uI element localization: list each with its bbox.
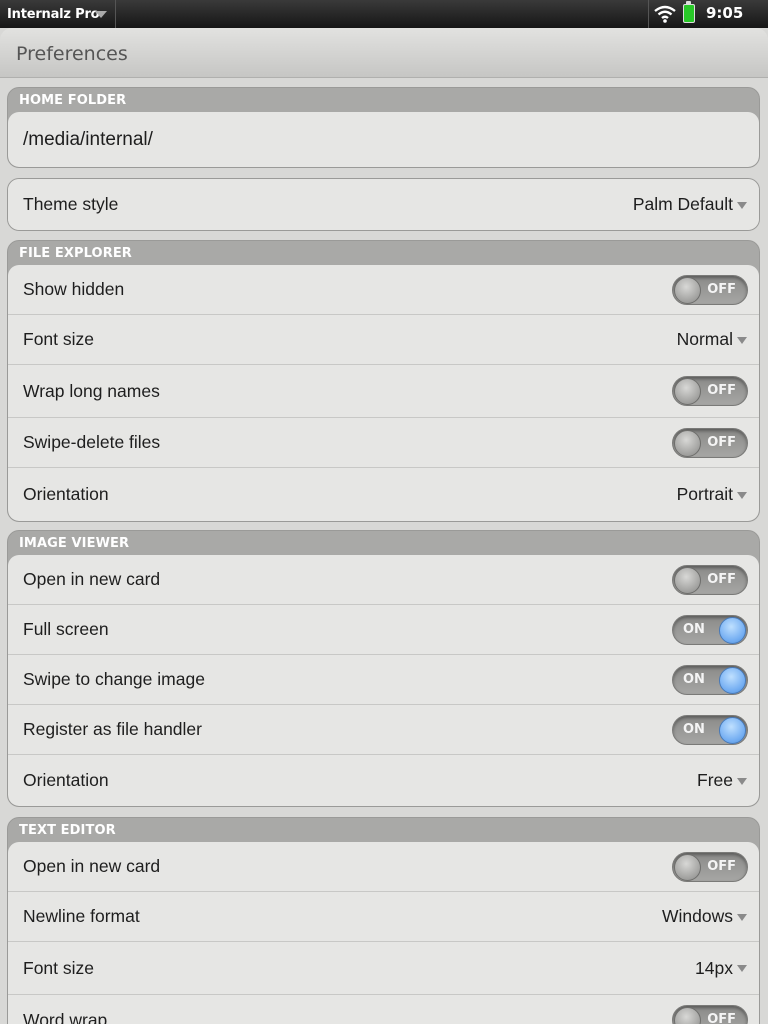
system-tray[interactable]: 9:05 bbox=[648, 0, 768, 28]
row-label: Open in new card bbox=[23, 856, 161, 876]
toggle-knob bbox=[674, 429, 701, 457]
page-title: Preferences bbox=[16, 43, 128, 65]
group-label: IMAGE VIEWER bbox=[19, 536, 130, 551]
row-label: Orientation bbox=[23, 484, 109, 504]
group-body: Open in new card OFF Full screen ON Swip… bbox=[8, 555, 759, 806]
wifi-icon bbox=[654, 5, 676, 23]
toggle-state: OFF bbox=[707, 858, 736, 874]
group-body: /media/internal/ bbox=[8, 112, 759, 167]
battery-icon bbox=[683, 1, 695, 23]
toggle-knob bbox=[719, 616, 746, 644]
register-handler-toggle[interactable]: ON bbox=[672, 714, 748, 745]
iv-orientation-row[interactable]: Orientation Free bbox=[8, 755, 759, 806]
te-font-size-value[interactable]: 14px bbox=[695, 942, 733, 994]
toggle-knob bbox=[674, 378, 701, 405]
swipe-delete-row: Swipe-delete files OFF bbox=[8, 418, 759, 468]
text-editor-group: TEXT EDITOR Open in new card OFF Newline… bbox=[7, 817, 760, 1024]
toggle-state: OFF bbox=[707, 383, 736, 398]
toggle-knob bbox=[719, 716, 746, 744]
word-wrap-toggle[interactable]: OFF bbox=[672, 1005, 748, 1024]
toggle-state: OFF bbox=[707, 281, 736, 297]
status-bar: Internalz Pro 9:05 bbox=[0, 0, 768, 28]
row-label: Wrap long names bbox=[23, 380, 160, 401]
toggle-state: ON bbox=[683, 621, 705, 637]
swipe-change-image-row: Swipe to change image ON bbox=[8, 655, 759, 705]
file-explorer-group: FILE EXPLORER Show hidden OFF Font size … bbox=[7, 240, 760, 522]
show-hidden-toggle[interactable]: OFF bbox=[672, 274, 748, 305]
row-label: Open in new card bbox=[23, 569, 161, 589]
dropdown-arrow-icon bbox=[737, 336, 747, 344]
toggle-state: OFF bbox=[707, 571, 736, 587]
row-label: Register as file handler bbox=[23, 719, 202, 739]
app-menu[interactable]: Internalz Pro bbox=[0, 0, 116, 28]
font-size-value[interactable]: Normal bbox=[677, 315, 733, 364]
theme-style-value[interactable]: Palm Default bbox=[633, 179, 733, 230]
register-handler-row: Register as file handler ON bbox=[8, 705, 759, 755]
te-font-size-row[interactable]: Font size 14px bbox=[8, 942, 759, 995]
wrap-long-names-toggle[interactable]: OFF bbox=[672, 376, 748, 406]
theme-style-row[interactable]: Theme style Palm Default bbox=[8, 179, 759, 230]
home-folder-group: HOME FOLDER /media/internal/ bbox=[7, 87, 760, 168]
toggle-state: ON bbox=[683, 721, 705, 737]
clock: 9:05 bbox=[706, 4, 744, 22]
row-label: Orientation bbox=[23, 770, 109, 790]
row-label: Full screen bbox=[23, 619, 109, 639]
image-viewer-group: IMAGE VIEWER Open in new card OFF Full s… bbox=[7, 530, 760, 807]
row-label: Theme style bbox=[23, 194, 119, 214]
full-screen-row: Full screen ON bbox=[8, 605, 759, 655]
chevron-down-icon bbox=[95, 11, 107, 18]
wrap-long-names-row: Wrap long names OFF bbox=[8, 365, 759, 418]
iv-orientation-value[interactable]: Free bbox=[697, 755, 733, 806]
group-body: Open in new card OFF Newline format Wind… bbox=[8, 842, 759, 1024]
iv-open-new-card-toggle[interactable]: OFF bbox=[672, 564, 748, 595]
group-body: Theme style Palm Default bbox=[8, 179, 759, 230]
row-label: Font size bbox=[23, 329, 94, 349]
dropdown-arrow-icon bbox=[737, 965, 747, 972]
toggle-knob bbox=[674, 853, 701, 881]
toggle-state: OFF bbox=[707, 434, 736, 450]
toggle-state: ON bbox=[683, 671, 705, 687]
te-open-new-card-row: Open in new card OFF bbox=[8, 842, 759, 892]
newline-format-value[interactable]: Windows bbox=[662, 892, 733, 941]
iv-open-new-card-row: Open in new card OFF bbox=[8, 555, 759, 605]
toggle-knob bbox=[674, 276, 701, 304]
row-label: Swipe-delete files bbox=[23, 432, 161, 452]
swipe-change-image-toggle[interactable]: ON bbox=[672, 664, 748, 695]
row-label: Show hidden bbox=[23, 279, 125, 299]
orientation-row[interactable]: Orientation Portrait bbox=[8, 468, 759, 521]
show-hidden-row: Show hidden OFF bbox=[8, 265, 759, 315]
toggle-knob bbox=[719, 666, 746, 694]
row-label: Newline format bbox=[23, 906, 140, 926]
font-size-row[interactable]: Font size Normal bbox=[8, 315, 759, 365]
toggle-knob bbox=[674, 1007, 701, 1024]
home-folder-input[interactable]: /media/internal/ bbox=[8, 112, 759, 167]
swipe-delete-toggle[interactable]: OFF bbox=[672, 427, 748, 458]
page-header: Preferences bbox=[0, 28, 768, 78]
group-label: TEXT EDITOR bbox=[19, 823, 116, 838]
group-label: FILE EXPLORER bbox=[19, 246, 132, 261]
te-open-new-card-toggle[interactable]: OFF bbox=[672, 851, 748, 882]
toggle-knob bbox=[674, 566, 701, 594]
group-body: Show hidden OFF Font size Normal Wrap lo… bbox=[8, 265, 759, 521]
orientation-value[interactable]: Portrait bbox=[677, 468, 733, 521]
home-folder-path: /media/internal/ bbox=[23, 128, 153, 150]
row-label: Font size bbox=[23, 957, 94, 978]
theme-group: Theme style Palm Default bbox=[7, 178, 760, 231]
row-label: Swipe to change image bbox=[23, 669, 205, 689]
dropdown-arrow-icon bbox=[737, 913, 747, 921]
word-wrap-row: Word wrap OFF bbox=[8, 995, 759, 1024]
dropdown-arrow-icon bbox=[737, 777, 747, 785]
row-label: Word wrap bbox=[23, 1009, 108, 1024]
dropdown-arrow-icon bbox=[737, 201, 747, 209]
full-screen-toggle[interactable]: ON bbox=[672, 614, 748, 645]
app-name: Internalz Pro bbox=[7, 6, 100, 22]
toggle-state: OFF bbox=[707, 1012, 736, 1024]
group-label: HOME FOLDER bbox=[19, 93, 127, 108]
dropdown-arrow-icon bbox=[737, 491, 747, 499]
newline-format-row[interactable]: Newline format Windows bbox=[8, 892, 759, 942]
